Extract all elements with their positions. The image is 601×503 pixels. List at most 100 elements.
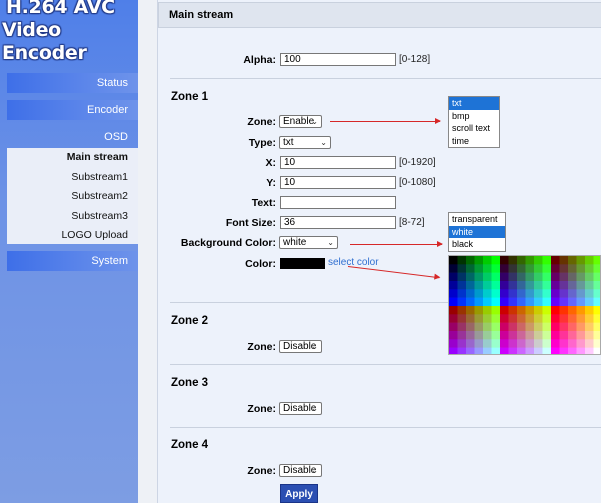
palette-swatch[interactable] [508, 289, 518, 298]
palette-swatch[interactable] [517, 314, 526, 323]
palette-swatch[interactable] [500, 272, 509, 282]
palette-swatch[interactable] [449, 347, 458, 355]
alpha-input[interactable]: 100 [280, 53, 396, 66]
palette-swatch[interactable] [449, 339, 458, 348]
palette-swatch[interactable] [568, 272, 577, 282]
palette-swatch[interactable] [576, 272, 586, 282]
palette-swatch[interactable] [551, 297, 560, 307]
palette-swatch[interactable] [500, 289, 509, 298]
palette-swatch[interactable] [585, 281, 594, 290]
palette-swatch[interactable] [483, 272, 492, 282]
palette-swatch[interactable] [593, 347, 601, 355]
palette-swatch[interactable] [474, 322, 484, 332]
palette-swatch[interactable] [474, 347, 484, 355]
palette-swatch[interactable] [517, 322, 526, 332]
palette-swatch[interactable] [491, 331, 501, 340]
bg-option-white[interactable]: white [449, 225, 505, 238]
color-palette-grid[interactable] [449, 256, 601, 355]
submenu-substream1[interactable]: Substream1 [7, 168, 138, 188]
palette-swatch[interactable] [449, 297, 458, 307]
palette-swatch[interactable] [474, 264, 484, 273]
palette-swatch[interactable] [559, 314, 569, 323]
palette-swatch[interactable] [568, 322, 577, 332]
palette-swatch[interactable] [542, 264, 552, 273]
palette-swatch[interactable] [500, 331, 509, 340]
palette-swatch[interactable] [551, 256, 560, 265]
palette-swatch[interactable] [593, 331, 601, 340]
palette-swatch[interactable] [559, 322, 569, 332]
palette-swatch[interactable] [568, 281, 577, 290]
palette-swatch[interactable] [457, 272, 467, 282]
palette-swatch[interactable] [559, 347, 569, 355]
palette-swatch[interactable] [508, 256, 518, 265]
palette-swatch[interactable] [525, 297, 535, 307]
palette-swatch[interactable] [551, 272, 560, 282]
submenu-substream2[interactable]: Substream2 [7, 187, 138, 207]
zone1-text-input[interactable] [280, 196, 396, 209]
palette-swatch[interactable] [551, 314, 560, 323]
palette-swatch[interactable] [483, 331, 492, 340]
palette-swatch[interactable] [568, 256, 577, 265]
palette-swatch[interactable] [542, 314, 552, 323]
palette-swatch[interactable] [585, 297, 594, 307]
palette-swatch[interactable] [585, 314, 594, 323]
palette-swatch[interactable] [491, 339, 501, 348]
palette-swatch[interactable] [491, 289, 501, 298]
palette-swatch[interactable] [466, 289, 475, 298]
palette-swatch[interactable] [517, 264, 526, 273]
palette-swatch[interactable] [585, 322, 594, 332]
palette-swatch[interactable] [525, 256, 535, 265]
nav-system[interactable]: System [7, 251, 138, 271]
palette-swatch[interactable] [500, 322, 509, 332]
palette-swatch[interactable] [483, 281, 492, 290]
palette-swatch[interactable] [534, 339, 543, 348]
submenu-substream3[interactable]: Substream3 [7, 207, 138, 227]
palette-swatch[interactable] [525, 272, 535, 282]
palette-swatch[interactable] [593, 314, 601, 323]
palette-swatch[interactable] [559, 272, 569, 282]
palette-swatch[interactable] [508, 347, 518, 355]
palette-swatch[interactable] [568, 297, 577, 307]
palette-swatch[interactable] [568, 331, 577, 340]
palette-swatch[interactable] [474, 339, 484, 348]
palette-swatch[interactable] [525, 306, 535, 315]
palette-swatch[interactable] [457, 264, 467, 273]
palette-swatch[interactable] [457, 306, 467, 315]
palette-swatch[interactable] [525, 281, 535, 290]
palette-swatch[interactable] [457, 314, 467, 323]
palette-swatch[interactable] [593, 272, 601, 282]
palette-swatch[interactable] [500, 314, 509, 323]
palette-swatch[interactable] [559, 306, 569, 315]
palette-swatch[interactable] [466, 297, 475, 307]
palette-swatch[interactable] [491, 306, 501, 315]
palette-swatch[interactable] [449, 264, 458, 273]
palette-swatch[interactable] [593, 281, 601, 290]
palette-swatch[interactable] [491, 272, 501, 282]
palette-swatch[interactable] [508, 297, 518, 307]
palette-swatch[interactable] [517, 281, 526, 290]
palette-swatch[interactable] [585, 331, 594, 340]
palette-swatch[interactable] [576, 264, 586, 273]
palette-swatch[interactable] [593, 256, 601, 265]
palette-swatch[interactable] [483, 297, 492, 307]
palette-swatch[interactable] [500, 256, 509, 265]
palette-swatch[interactable] [466, 314, 475, 323]
zone1-x-input[interactable]: 10 [280, 156, 396, 169]
palette-swatch[interactable] [457, 339, 467, 348]
type-option-scroll-text[interactable]: scroll text [449, 122, 499, 135]
palette-swatch[interactable] [449, 272, 458, 282]
palette-swatch[interactable] [534, 264, 543, 273]
palette-swatch[interactable] [457, 347, 467, 355]
palette-swatch[interactable] [551, 339, 560, 348]
palette-swatch[interactable] [559, 264, 569, 273]
zone2-zone-select[interactable]: Disable ⌄ [279, 340, 322, 353]
palette-swatch[interactable] [534, 272, 543, 282]
color-swatch[interactable] [280, 258, 325, 269]
palette-swatch[interactable] [491, 322, 501, 332]
palette-swatch[interactable] [449, 331, 458, 340]
palette-swatch[interactable] [457, 331, 467, 340]
bg-option-black[interactable]: black [449, 238, 505, 251]
palette-swatch[interactable] [576, 322, 586, 332]
nav-encoder[interactable]: Encoder [7, 100, 138, 120]
palette-swatch[interactable] [576, 306, 586, 315]
